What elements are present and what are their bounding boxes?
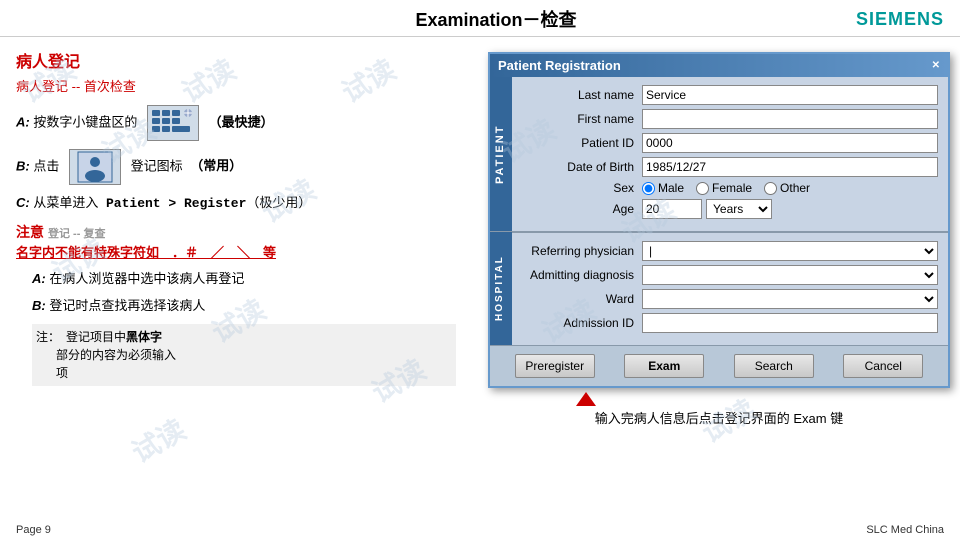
- referring-row: Referring physician |: [522, 241, 938, 261]
- admission-row: Admission ID: [522, 313, 938, 333]
- ward-label: Ward: [522, 292, 642, 306]
- sex-other-option[interactable]: Other: [764, 181, 810, 195]
- sex-male-radio[interactable]: [642, 182, 655, 195]
- step-b-label: B:: [16, 158, 30, 173]
- notice-special: 名字内不能有特殊字符如 ．＃ ／ ＼ 等: [16, 242, 456, 261]
- step-a-label: A:: [16, 114, 30, 129]
- step-b-suffix: （常用）: [190, 158, 242, 173]
- hospital-tab[interactable]: HOSPITAL: [490, 232, 512, 345]
- dob-label: Date of Birth: [522, 160, 642, 174]
- exam-button[interactable]: Exam: [624, 354, 704, 378]
- patient-id-label: Patient ID: [522, 136, 642, 150]
- patient-id-input[interactable]: [642, 133, 938, 153]
- last-name-label: Last name: [522, 88, 642, 102]
- register-icon: [69, 149, 121, 185]
- dialog-window: Patient Registration ✕ PATIENT Last name…: [488, 52, 950, 388]
- footer-company: SLC Med China: [866, 524, 944, 536]
- sex-female-label: Female: [712, 181, 752, 195]
- sex-radio-group: Male Female Other: [642, 181, 938, 195]
- patient-registration-dialog: Patient Registration ✕ PATIENT Last name…: [488, 52, 950, 427]
- ward-select[interactable]: [642, 289, 938, 309]
- dialog-title: Patient Registration: [498, 58, 621, 73]
- keypad-icon: [147, 105, 199, 141]
- first-name-row: First name: [522, 109, 938, 129]
- sex-male-label: Male: [658, 181, 684, 195]
- preregister-button[interactable]: Preregister: [515, 354, 595, 378]
- note-label: 注： 登记项目中黑体字: [36, 330, 162, 344]
- age-inputs: Years Months Days: [642, 199, 772, 219]
- sex-other-radio[interactable]: [764, 182, 777, 195]
- notice-b-label: B:: [32, 298, 46, 313]
- sex-label: Sex: [522, 181, 642, 195]
- step-c-label: C:: [16, 195, 30, 210]
- admitting-label: Admitting diagnosis: [522, 268, 642, 282]
- sex-male-option[interactable]: Male: [642, 181, 684, 195]
- page-number: Page 9: [16, 524, 51, 536]
- left-panel: 病人登记 病人登记 -- 首次检查 A: 按数字小键盘区的 （最快捷）: [0, 38, 472, 500]
- notice-b-text: 登记时点查找再选择该病人: [49, 298, 205, 313]
- hospital-form: Referring physician | Admitting diagnosi…: [512, 232, 948, 345]
- step-b-mid: 登记图标: [131, 158, 183, 173]
- page-title: Examination－检查: [136, 6, 856, 32]
- notice-a: A: 在病人浏览器中选中该病人再登记: [32, 269, 456, 289]
- step-c-bold: Patient > Register: [106, 196, 246, 211]
- siemens-logo: SIEMENS: [856, 9, 944, 30]
- notice-box: 注意登记 -- 复查 名字内不能有特殊字符如 ．＃ ／ ＼ 等: [16, 222, 456, 261]
- dialog-lower-section: HOSPITAL Referring physician | Admitting…: [490, 231, 948, 345]
- step-b-text: 点击: [33, 158, 59, 173]
- first-name-label: First name: [522, 112, 642, 126]
- admission-input[interactable]: [642, 313, 938, 333]
- age-input[interactable]: [642, 199, 702, 219]
- dob-input[interactable]: [642, 157, 938, 177]
- exam-arrow-desc: 输入完病人信息后点击登记界面的 Exam 键: [488, 392, 950, 427]
- dialog-buttons: Preregister Exam Search Cancel: [490, 345, 948, 386]
- step-a: A: 按数字小键盘区的 （最快捷）: [16, 105, 456, 141]
- first-name-input[interactable]: [642, 109, 938, 129]
- step-c-text: 从菜单进入: [33, 195, 98, 210]
- patient-id-row: Patient ID: [522, 133, 938, 153]
- sex-female-radio[interactable]: [696, 182, 709, 195]
- age-unit-select[interactable]: Years Months Days: [706, 199, 772, 219]
- ward-row: Ward: [522, 289, 938, 309]
- age-label: Age: [522, 202, 642, 216]
- sex-row: Sex Male Female Other: [522, 181, 938, 195]
- step-a-text: 按数字小键盘区的: [33, 114, 137, 129]
- step-c: C: 从菜单进入 Patient > Register（极少用）: [16, 193, 456, 214]
- last-name-input[interactable]: [642, 85, 938, 105]
- keypad-svg: [148, 106, 198, 140]
- patient-tab[interactable]: PATIENT: [490, 77, 512, 231]
- note-text-3: 项: [56, 366, 68, 380]
- referring-select[interactable]: |: [642, 241, 938, 261]
- notice-b: B: 登记时点查找再选择该病人: [32, 296, 456, 316]
- age-row: Age Years Months Days: [522, 199, 938, 219]
- notice-title: 注意登记 -- 复查: [16, 222, 456, 242]
- search-button[interactable]: Search: [734, 354, 814, 378]
- dob-row: Date of Birth: [522, 157, 938, 177]
- admission-label: Admission ID: [522, 316, 642, 330]
- admitting-row: Admitting diagnosis: [522, 265, 938, 285]
- close-icon[interactable]: ✕: [932, 60, 940, 71]
- patient-form: Last name First name Patient ID Date of …: [512, 77, 948, 231]
- dialog-titlebar: Patient Registration ✕: [490, 54, 948, 77]
- cancel-button[interactable]: Cancel: [843, 354, 923, 378]
- note-box: 注： 登记项目中黑体字 部分的内容为必须输入 项: [32, 324, 456, 386]
- admitting-select[interactable]: [642, 265, 938, 285]
- step-b: B: 点击 登记图标 （常用）: [16, 149, 456, 185]
- section-title: 病人登记: [16, 48, 456, 72]
- sex-female-option[interactable]: Female: [696, 181, 752, 195]
- note-text-2: 部分的内容为必须输入: [56, 348, 176, 362]
- referring-label: Referring physician: [522, 244, 642, 258]
- step-a-suffix: （最快捷）: [209, 114, 274, 129]
- notice-a-label: A:: [32, 271, 46, 286]
- sex-other-label: Other: [780, 181, 810, 195]
- page-footer: Page 9 SLC Med China: [16, 524, 944, 536]
- section-subtitle: 病人登记 -- 首次检查: [16, 76, 456, 95]
- last-name-row: Last name: [522, 85, 938, 105]
- register-svg: [70, 150, 120, 184]
- dialog-upper-section: PATIENT Last name First name Patient ID: [490, 77, 948, 231]
- bottom-description: 输入完病人信息后点击登记界面的 Exam 键: [595, 411, 843, 426]
- notice-a-text: 在病人浏览器中选中该病人再登记: [49, 271, 244, 286]
- header: Examination－检查 SIEMENS: [0, 0, 960, 37]
- arrow-up-icon: [576, 392, 596, 406]
